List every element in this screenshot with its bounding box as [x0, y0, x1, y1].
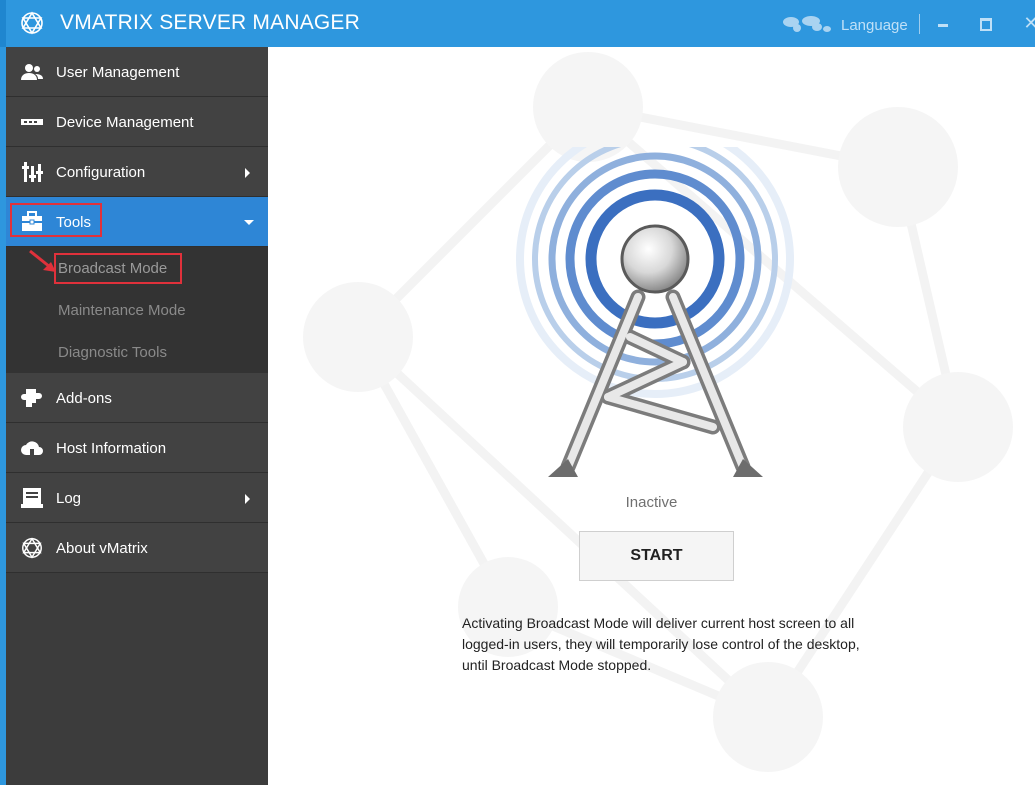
- title-bar: VMATRIX SERVER MANAGER Language ✕: [0, 0, 1035, 47]
- vmatrix-logo-icon: [22, 537, 42, 559]
- sidebar-item-host-information[interactable]: Host Information: [6, 423, 268, 473]
- sidebar-item-label: Configuration: [56, 164, 146, 181]
- chevron-right-icon: [245, 168, 250, 178]
- maximize-icon: [980, 18, 992, 31]
- sidebar-item-user-management[interactable]: User Management: [6, 47, 268, 97]
- minimize-button[interactable]: [932, 12, 954, 34]
- sidebar-subitem-label: Diagnostic Tools: [58, 344, 167, 361]
- sidebar-subitem-diagnostic-tools[interactable]: Diagnostic Tools: [6, 331, 268, 373]
- device-icon: [21, 119, 43, 125]
- highlight-box: [54, 253, 182, 284]
- chevron-down-icon: [244, 220, 254, 225]
- users-icon: [21, 64, 43, 80]
- sidebar-subitem-maintenance-mode[interactable]: Maintenance Mode: [6, 289, 268, 331]
- sidebar-item-log[interactable]: Log: [6, 473, 268, 523]
- sidebar-subitem-broadcast-mode[interactable]: Broadcast Mode: [6, 247, 268, 289]
- broadcast-status: Inactive: [625, 494, 678, 511]
- sliders-icon: [22, 162, 43, 182]
- sidebar-subitem-label: Maintenance Mode: [58, 302, 186, 319]
- window-title: VMATRIX SERVER MANAGER: [60, 11, 361, 34]
- world-map-icon: [783, 16, 831, 32]
- log-icon: [21, 488, 43, 508]
- sidebar-item-device-management[interactable]: Device Management: [6, 97, 268, 147]
- vmatrix-logo-icon: [21, 11, 43, 35]
- maximize-button[interactable]: [974, 12, 996, 34]
- close-button[interactable]: ✕: [1020, 12, 1035, 34]
- sidebar-item-label: Log: [56, 490, 82, 507]
- main-panel: Inactive START Activating Broadcast Mode…: [268, 47, 1035, 785]
- highlight-box: [10, 203, 102, 237]
- sidebar-item-label: About vMatrix: [56, 540, 148, 557]
- sidebar: User Management Device Management Config…: [0, 47, 268, 785]
- broadcast-tower-icon: [516, 147, 794, 477]
- sidebar-item-label: User Management: [56, 64, 180, 81]
- broadcast-description: Activating Broadcast Mode will deliver c…: [462, 615, 860, 673]
- sidebar-item-configuration[interactable]: Configuration: [6, 147, 268, 197]
- puzzle-icon: [21, 389, 42, 407]
- sidebar-item-label: Add-ons: [56, 390, 112, 407]
- sidebar-item-add-ons[interactable]: Add-ons: [6, 373, 268, 423]
- minimize-icon: [938, 24, 948, 27]
- sidebar-item-about-vmatrix[interactable]: About vMatrix: [6, 523, 268, 573]
- chevron-right-icon: [245, 494, 250, 504]
- sidebar-item-label: Device Management: [56, 114, 194, 131]
- cloud-icon: [21, 441, 43, 455]
- titlebar-divider: [919, 14, 920, 34]
- sidebar-item-tools[interactable]: Tools: [6, 197, 268, 247]
- language-menu[interactable]: Language: [841, 17, 908, 34]
- sidebar-item-label: Host Information: [56, 440, 167, 457]
- start-button[interactable]: START: [579, 531, 734, 581]
